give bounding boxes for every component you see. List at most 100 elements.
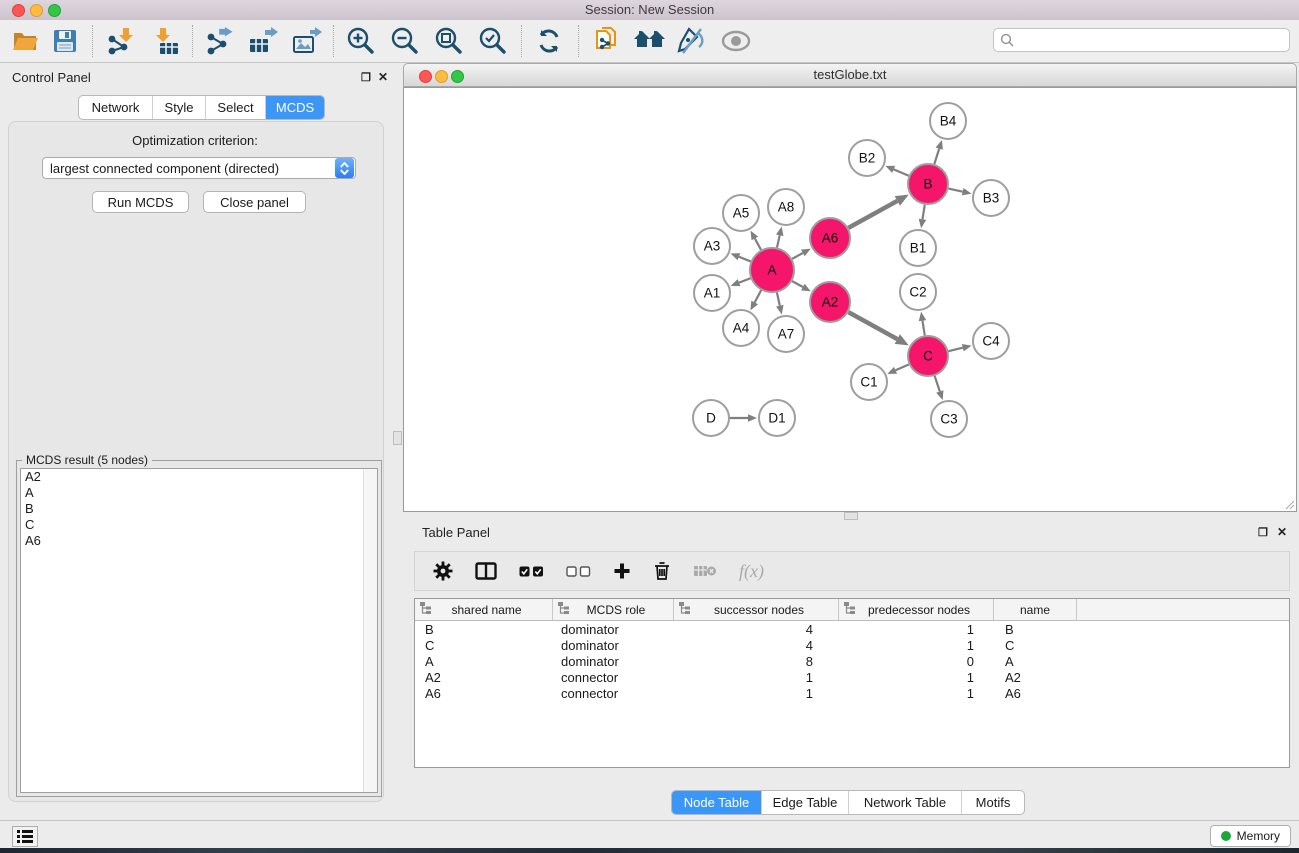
function-builder-icon[interactable]: f(x): [739, 561, 764, 582]
edge-A-A1[interactable]: [739, 278, 750, 282]
tab-motifs[interactable]: Motifs: [962, 791, 1024, 814]
horizontal-split-handle[interactable]: [844, 512, 858, 520]
criterion-dropdown[interactable]: largest connected component (directed): [42, 157, 356, 179]
search-field[interactable]: [993, 28, 1290, 52]
export-network-button[interactable]: [202, 27, 236, 55]
result-list-item[interactable]: A: [21, 485, 377, 501]
tab-network[interactable]: Network: [79, 96, 153, 119]
network-close-button[interactable]: [419, 70, 432, 83]
resize-grip-icon[interactable]: [1284, 499, 1295, 510]
edge-A-A4[interactable]: [755, 290, 761, 302]
close-panel-button[interactable]: Close panel: [203, 191, 306, 213]
deselect-all-icon[interactable]: [566, 566, 591, 577]
column-header-predecessor-nodes[interactable]: predecessor nodes: [839, 599, 994, 620]
table-row[interactable]: Cdominator41C: [415, 637, 1289, 653]
zoom-out-button[interactable]: [388, 27, 422, 55]
tab-style[interactable]: Style: [153, 96, 206, 119]
float-table-panel-icon[interactable]: ❐: [1258, 526, 1268, 539]
edge-A-A8[interactable]: [777, 235, 780, 247]
network-minimize-button[interactable]: [435, 70, 448, 83]
close-window-button[interactable]: [12, 4, 25, 17]
tab-network-table[interactable]: Network Table: [849, 791, 962, 814]
zoom-in-button[interactable]: [344, 27, 378, 55]
table-row[interactable]: A6connector11A6: [415, 685, 1289, 701]
toolbar-separator: [578, 25, 579, 57]
tab-edge-table[interactable]: Edge Table: [762, 791, 849, 814]
zoom-selected-button[interactable]: [476, 27, 510, 55]
columns-icon[interactable]: [475, 562, 497, 580]
edge-A-A5[interactable]: [755, 238, 761, 249]
mcds-result-title: MCDS result (5 nodes): [22, 453, 152, 467]
save-session-button[interactable]: [50, 27, 80, 55]
column-header-shared-name[interactable]: shared name: [415, 599, 553, 620]
edge-B-B4[interactable]: [934, 149, 939, 164]
vertical-split-handle[interactable]: [393, 431, 402, 445]
tab-select[interactable]: Select: [206, 96, 266, 119]
result-list-item[interactable]: A6: [21, 533, 377, 549]
edge-C-C2[interactable]: [922, 321, 924, 336]
open-session-button[interactable]: [10, 27, 40, 55]
edge-B-B3[interactable]: [948, 189, 962, 192]
close-panel-icon[interactable]: ✕: [378, 70, 388, 84]
float-panel-icon[interactable]: ❐: [361, 71, 371, 84]
tab-mcds[interactable]: MCDS: [266, 96, 324, 119]
search-input[interactable]: [1015, 32, 1289, 48]
edge-A-A7[interactable]: [777, 292, 780, 305]
add-column-icon[interactable]: [613, 562, 631, 580]
gear-icon[interactable]: [433, 561, 453, 581]
network-zoom-button[interactable]: [451, 70, 464, 83]
delete-table-icon[interactable]: [693, 564, 717, 578]
edge-A6-B[interactable]: [848, 201, 897, 228]
toolbar-separator: [192, 25, 193, 57]
import-network-button[interactable]: [104, 27, 136, 55]
scrollbar-track[interactable]: [363, 469, 377, 792]
run-mcds-button[interactable]: Run MCDS: [92, 191, 189, 213]
network-window-titlebar[interactable]: testGlobe.txt: [403, 63, 1297, 87]
houses-button[interactable]: [632, 27, 668, 55]
column-header-MCDS-role[interactable]: MCDS role: [553, 599, 674, 620]
refresh-button[interactable]: [533, 27, 565, 55]
show-graphics-details-button[interactable]: [718, 27, 754, 55]
edge-A-A3[interactable]: [739, 257, 751, 262]
search-icon: [1000, 33, 1015, 48]
export-image-button[interactable]: [290, 27, 324, 55]
edge-C-C3[interactable]: [935, 376, 940, 392]
eye-icon: [720, 30, 752, 52]
table-header-row: shared nameMCDS rolesuccessor nodesprede…: [415, 599, 1289, 621]
column-header-successor-nodes[interactable]: successor nodes: [674, 599, 839, 620]
column-type-icon: [839, 602, 855, 617]
annotation-pen-button[interactable]: [674, 27, 710, 55]
edge-B-B2[interactable]: [894, 169, 909, 175]
result-list-item[interactable]: B: [21, 501, 377, 517]
edge-A2-C[interactable]: [848, 312, 897, 339]
edge-A-A2[interactable]: [792, 281, 803, 287]
arrowhead-icon: [748, 414, 757, 422]
edge-C-C4[interactable]: [948, 348, 962, 351]
new-network-from-selection-button[interactable]: [590, 27, 624, 55]
close-table-panel-icon[interactable]: ✕: [1277, 525, 1287, 539]
table-row[interactable]: Adominator80A: [415, 653, 1289, 669]
table-row[interactable]: Bdominator41B: [415, 621, 1289, 637]
zoom-fit-button[interactable]: [432, 27, 466, 55]
delete-column-icon[interactable]: [653, 561, 671, 581]
result-list-item[interactable]: C: [21, 517, 377, 533]
edge-A-A6[interactable]: [792, 253, 803, 259]
export-table-button[interactable]: [246, 27, 280, 55]
export-network-icon: [204, 27, 234, 55]
zoom-window-button[interactable]: [48, 4, 61, 17]
column-header-name[interactable]: name: [994, 599, 1077, 620]
select-all-icon[interactable]: [519, 566, 544, 577]
table-row[interactable]: A2connector11A2: [415, 669, 1289, 685]
task-history-button[interactable]: [12, 826, 38, 847]
memory-button[interactable]: Memory: [1210, 825, 1291, 847]
edge-B-B1[interactable]: [922, 205, 924, 220]
mcds-result-list[interactable]: A2ABCA6: [20, 468, 378, 793]
network-graph[interactable]: B4B2BB3A5A8A6A3B1AA1C2A2A4A7CC4C1C3DD1: [404, 88, 1296, 511]
network-canvas[interactable]: B4B2BB3A5A8A6A3B1AA1C2A2A4A7CC4C1C3DD1: [403, 87, 1297, 512]
edge-C-C1[interactable]: [896, 364, 909, 370]
node-table[interactable]: shared nameMCDS rolesuccessor nodesprede…: [414, 598, 1290, 768]
tab-node-table[interactable]: Node Table: [672, 791, 762, 814]
result-list-item[interactable]: A2: [21, 469, 377, 485]
minimize-window-button[interactable]: [30, 4, 43, 17]
import-table-button[interactable]: [150, 27, 182, 55]
